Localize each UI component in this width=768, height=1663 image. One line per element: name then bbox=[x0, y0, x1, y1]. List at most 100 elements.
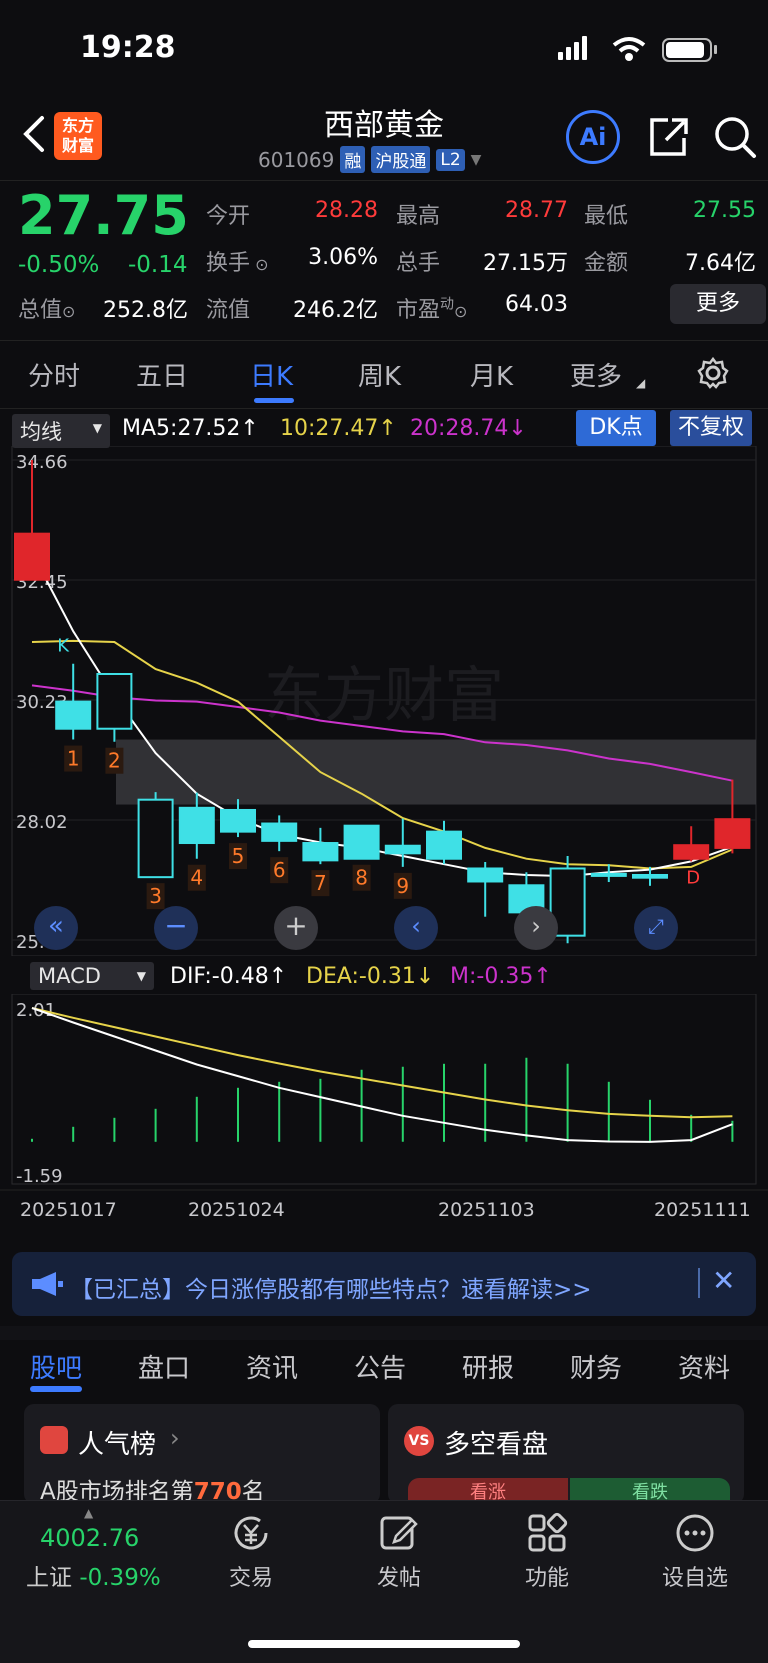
candle-body bbox=[137, 798, 174, 879]
ma20-readout: 20:28.74↓ bbox=[410, 416, 527, 441]
volume-label: 总手 bbox=[396, 251, 441, 276]
ai-button[interactable]: Ai bbox=[566, 110, 620, 164]
index-value[interactable]: 4002.76 bbox=[40, 1524, 139, 1552]
tab-daily-k[interactable]: 日K bbox=[250, 356, 293, 393]
nav-function[interactable]: 功能 bbox=[487, 1560, 607, 1592]
news-text[interactable]: 【已汇总】今日涨停股都有哪些特点？速看解读>> bbox=[70, 1270, 592, 1304]
tab-research[interactable]: 研报 bbox=[462, 1348, 514, 1385]
zoom-in-icon[interactable]: + bbox=[274, 906, 318, 950]
arrow-up-icon: ↑ bbox=[268, 964, 288, 989]
ma-dropdown[interactable]: 均线 ▼ bbox=[12, 414, 110, 448]
vs-icon: VS bbox=[404, 1426, 434, 1456]
caret-down-icon: ▼ bbox=[92, 421, 102, 435]
corner-caret-icon: ◢ bbox=[636, 376, 646, 390]
watchlist-icon[interactable] bbox=[674, 1512, 716, 1554]
candle-label: 6 bbox=[273, 858, 286, 882]
tag-margin: 融 bbox=[340, 146, 366, 173]
trade-icon[interactable] bbox=[230, 1512, 272, 1554]
tab-announcements[interactable]: 公告 bbox=[354, 1348, 406, 1385]
stock-code: 601069 bbox=[258, 147, 335, 172]
tab-profile[interactable]: 资料 bbox=[678, 1348, 730, 1385]
candle-body bbox=[343, 824, 380, 860]
kline-chart[interactable]: 34.6632.4530.2328.0225.80东方财富123456789KD bbox=[0, 446, 768, 956]
tab-more[interactable]: 更多 bbox=[570, 356, 622, 393]
caret-up-icon: ▲ bbox=[84, 1506, 94, 1520]
candle-body bbox=[467, 867, 504, 883]
m-readout: M:-0.35↑ bbox=[450, 964, 552, 989]
candle-label: 8 bbox=[355, 866, 368, 890]
tab-news[interactable]: 资讯 bbox=[246, 1348, 298, 1385]
caret-down-icon: ▼ bbox=[136, 969, 146, 983]
arrow-down-icon: ↓ bbox=[415, 964, 435, 989]
pe-label: 市盈动⊙ bbox=[396, 296, 468, 323]
tag-connect: 沪股通 bbox=[371, 146, 431, 173]
zoom-out-icon[interactable]: − bbox=[154, 906, 198, 950]
candle-body bbox=[302, 842, 339, 862]
watermark: 东方财富 bbox=[264, 661, 504, 731]
search-icon[interactable] bbox=[712, 112, 758, 160]
amount-label: 金额 bbox=[584, 251, 629, 276]
candle-body bbox=[55, 700, 92, 730]
settings-icon[interactable] bbox=[696, 356, 730, 390]
kline-controls: « − + ‹ › ⤢ bbox=[0, 906, 768, 950]
share-icon[interactable] bbox=[646, 112, 690, 160]
battery-icon bbox=[662, 38, 712, 62]
stock-sub[interactable]: 601069 融 沪股通 L2 ▼ bbox=[258, 146, 481, 173]
next-icon[interactable]: › bbox=[514, 906, 558, 950]
arrow-up-icon: ↑ bbox=[378, 416, 397, 441]
float-value: 246.2亿 bbox=[293, 298, 378, 323]
current-price: 27.75 bbox=[18, 184, 189, 247]
d-marker: D bbox=[686, 867, 700, 888]
info-dots-icon: ⊙ bbox=[454, 302, 468, 321]
date-label: 20251024 bbox=[188, 1199, 285, 1221]
k-marker: K bbox=[57, 636, 70, 657]
info-dots-icon: ⊙ bbox=[250, 255, 269, 274]
open-label: 今开 bbox=[206, 204, 251, 229]
tab-5day[interactable]: 五日 bbox=[136, 356, 188, 393]
bull-button[interactable]: 看涨 bbox=[408, 1478, 568, 1500]
tab-weekly-k[interactable]: 周K bbox=[358, 356, 401, 393]
function-icon[interactable] bbox=[526, 1512, 568, 1554]
no-adjust-button[interactable]: 不复权 bbox=[670, 410, 752, 446]
macd-y-top: 2.01 bbox=[16, 1000, 56, 1021]
y-axis-label: 28.02 bbox=[16, 812, 68, 833]
change-amount: -0.14 bbox=[128, 252, 188, 278]
prev-icon[interactable]: ‹ bbox=[394, 906, 438, 950]
amount-value: 7.64亿 bbox=[685, 251, 756, 276]
candle-body bbox=[714, 818, 751, 849]
tab-intraday[interactable]: 分时 bbox=[28, 356, 80, 393]
low-value: 27.55 bbox=[693, 198, 756, 223]
macd-frame bbox=[11, 994, 757, 1185]
popularity-title: 人气榜 bbox=[78, 1430, 157, 1460]
fullscreen-icon[interactable]: ⤢ bbox=[634, 906, 678, 950]
dk-point-button[interactable]: DK点 bbox=[576, 410, 656, 446]
tab-monthly-k[interactable]: 月K bbox=[470, 356, 513, 393]
candle-body bbox=[590, 872, 627, 877]
tab-forum[interactable]: 股吧 bbox=[30, 1348, 82, 1385]
turnover-label: 换手 ⊙ bbox=[206, 251, 269, 276]
wifi-icon bbox=[612, 37, 646, 61]
dea-readout: DEA:-0.31↓ bbox=[306, 964, 435, 989]
scroll-left-icon[interactable]: « bbox=[34, 906, 78, 950]
info-dots-icon: ⊙ bbox=[62, 302, 76, 321]
macd-chart[interactable]: 2.01 -1.59 20251017 20251024 20251103 2025111… bbox=[0, 994, 768, 1238]
candle-body bbox=[220, 808, 256, 833]
close-icon[interactable]: ✕ bbox=[712, 1264, 735, 1297]
tab-finance[interactable]: 财务 bbox=[570, 1348, 622, 1385]
nav-watchlist[interactable]: 设自选 bbox=[635, 1560, 755, 1592]
change-pct: -0.50% bbox=[18, 252, 100, 278]
post-icon[interactable] bbox=[378, 1512, 420, 1554]
nav-trade[interactable]: 交易 bbox=[191, 1560, 311, 1592]
arrow-up-icon: ↑ bbox=[533, 964, 552, 989]
index-quote[interactable]: 上证 -0.39% bbox=[26, 1558, 161, 1592]
mktcap-label: 总值⊙ bbox=[18, 298, 76, 323]
more-button[interactable]: 更多 bbox=[670, 284, 766, 324]
mktcap-value: 252.8亿 bbox=[103, 298, 188, 323]
candle-body bbox=[261, 822, 298, 842]
bottom-tab-underline bbox=[30, 1386, 82, 1392]
candle-body bbox=[384, 844, 421, 855]
bear-button[interactable]: 看跌 bbox=[570, 1478, 730, 1500]
nav-post[interactable]: 发帖 bbox=[339, 1560, 459, 1592]
macd-dropdown[interactable]: MACD ▼ bbox=[30, 962, 154, 990]
tab-orderbook[interactable]: 盘口 bbox=[138, 1348, 190, 1385]
